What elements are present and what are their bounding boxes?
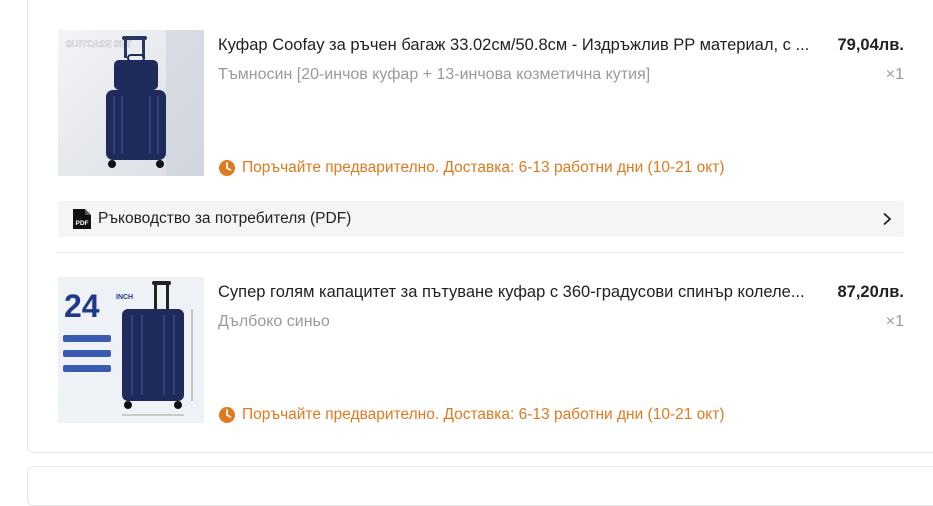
order-card: SUITCASE SET Куфар Coofay за ръчен багаж…	[27, 0, 933, 453]
item-info: Супер голям капацитет за пътуване куфар …	[218, 277, 904, 423]
product-variant: Дълбоко синьо	[218, 313, 330, 330]
product-title[interactable]: Супер голям капацитет за пътуване куфар …	[218, 280, 838, 304]
next-card	[27, 466, 933, 506]
order-item: 24 INCH Супер голям капацитет за пътуван…	[58, 277, 904, 425]
product-price: 79,04лв.	[837, 36, 905, 54]
item-divider	[58, 252, 904, 253]
shipping-notice: Поръчайте предварително. Доставка: 6-13 …	[218, 404, 724, 426]
clock-icon	[219, 407, 235, 423]
shipping-text: Поръчайте предварително. Доставка: 6-13 …	[242, 159, 725, 176]
image-label-unit: INCH	[116, 294, 133, 301]
pdf-file-icon: PDF	[73, 209, 91, 229]
product-quantity: ×1	[885, 313, 904, 330]
suitcase-set-image: SUITCASE SET	[58, 30, 204, 176]
item-info: Куфар Coofay за ръчен багаж 33.02см/50.8…	[218, 30, 904, 176]
image-label: SUITCASE SET	[66, 39, 132, 49]
product-image[interactable]: 24 INCH	[58, 277, 204, 423]
user-manual-label: Ръководство за потребителя (PDF)	[98, 210, 352, 227]
image-label-number: 24	[64, 288, 100, 324]
product-price: 87,20лв.	[837, 283, 905, 301]
chevron-right-icon	[883, 212, 892, 226]
product-image[interactable]: SUITCASE SET	[58, 30, 204, 176]
product-quantity: ×1	[885, 66, 904, 83]
order-item: SUITCASE SET Куфар Coofay за ръчен багаж…	[58, 30, 904, 178]
suitcase-24-image: 24 INCH	[58, 277, 204, 423]
product-variant: Тъмносин [20-инчов куфар + 13-инчова коз…	[218, 66, 651, 83]
user-manual-link[interactable]: PDF Ръководство за потребителя (PDF)	[58, 201, 904, 237]
shipping-text: Поръчайте предварително. Доставка: 6-13 …	[242, 406, 725, 423]
clock-icon	[219, 160, 235, 176]
product-title[interactable]: Куфар Coofay за ръчен багаж 33.02см/50.8…	[218, 33, 838, 57]
svg-text:PDF: PDF	[76, 220, 89, 227]
shipping-notice: Поръчайте предварително. Доставка: 6-13 …	[218, 157, 724, 179]
